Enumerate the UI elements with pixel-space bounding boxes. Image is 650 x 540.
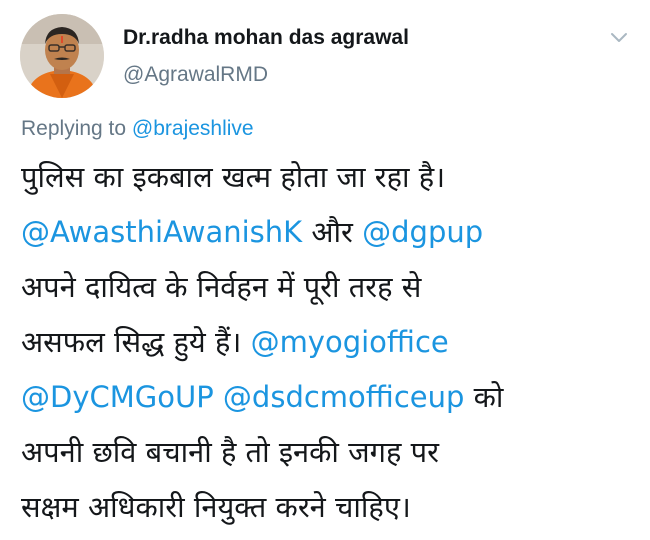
tweet-line-1: पुलिस का इकबाल खत्म होता जा रहा है।: [21, 160, 446, 194]
tweet-line-6: अपनी छवि बचानी है तो इनकी जगह पर: [21, 435, 439, 469]
avatar[interactable]: [20, 14, 104, 98]
avatar-photo-icon: [20, 14, 104, 98]
conjunction-text: और: [302, 215, 363, 249]
space-text: [214, 380, 223, 414]
tweet-line-5-tail: को: [464, 380, 504, 414]
chevron-down-icon[interactable]: [606, 26, 632, 48]
mention-awasthiawanishk-link[interactable]: @AwasthiAwanishK: [21, 215, 302, 249]
tweet-text: पुलिस का इकबाल खत्म होता जा रहा है। @Awa…: [21, 150, 641, 535]
tweet-line-4-text: असफल सिद्ध हुये हैं।: [21, 325, 251, 359]
tweet-line-3: अपने दायित्व के निर्वहन में पूरी तरह से: [21, 270, 422, 304]
mention-dsdcmofficeup-link[interactable]: @dsdcmofficeup: [223, 380, 464, 414]
reply-to-mention-link[interactable]: @brajeshlive: [132, 117, 254, 140]
tweet-line-5: @DyCMGoUP @dsdcmofficeup को: [21, 370, 641, 425]
author-name[interactable]: Dr.radha mohan das agrawal: [123, 26, 409, 50]
tweet: Dr.radha mohan das agrawal @AgrawalRMD R…: [0, 0, 650, 540]
tweet-line-2: @AwasthiAwanishK और @dgpup: [21, 205, 641, 260]
author-handle[interactable]: @AgrawalRMD: [123, 63, 268, 87]
replying-to-label: Replying to: [21, 117, 127, 140]
mention-dgpup-link[interactable]: @dgpup: [362, 215, 483, 249]
mention-myogioffice-link[interactable]: @myogioffice: [251, 325, 449, 359]
tweet-line-4: असफल सिद्ध हुये हैं। @myogioffice: [21, 315, 641, 370]
mention-dycmgoup-link[interactable]: @DyCMGoUP: [21, 380, 214, 414]
tweet-line-7: सक्षम अधिकारी नियुक्त करने चाहिए।: [21, 490, 411, 524]
replying-to: Replying to @brajeshlive: [21, 117, 254, 141]
